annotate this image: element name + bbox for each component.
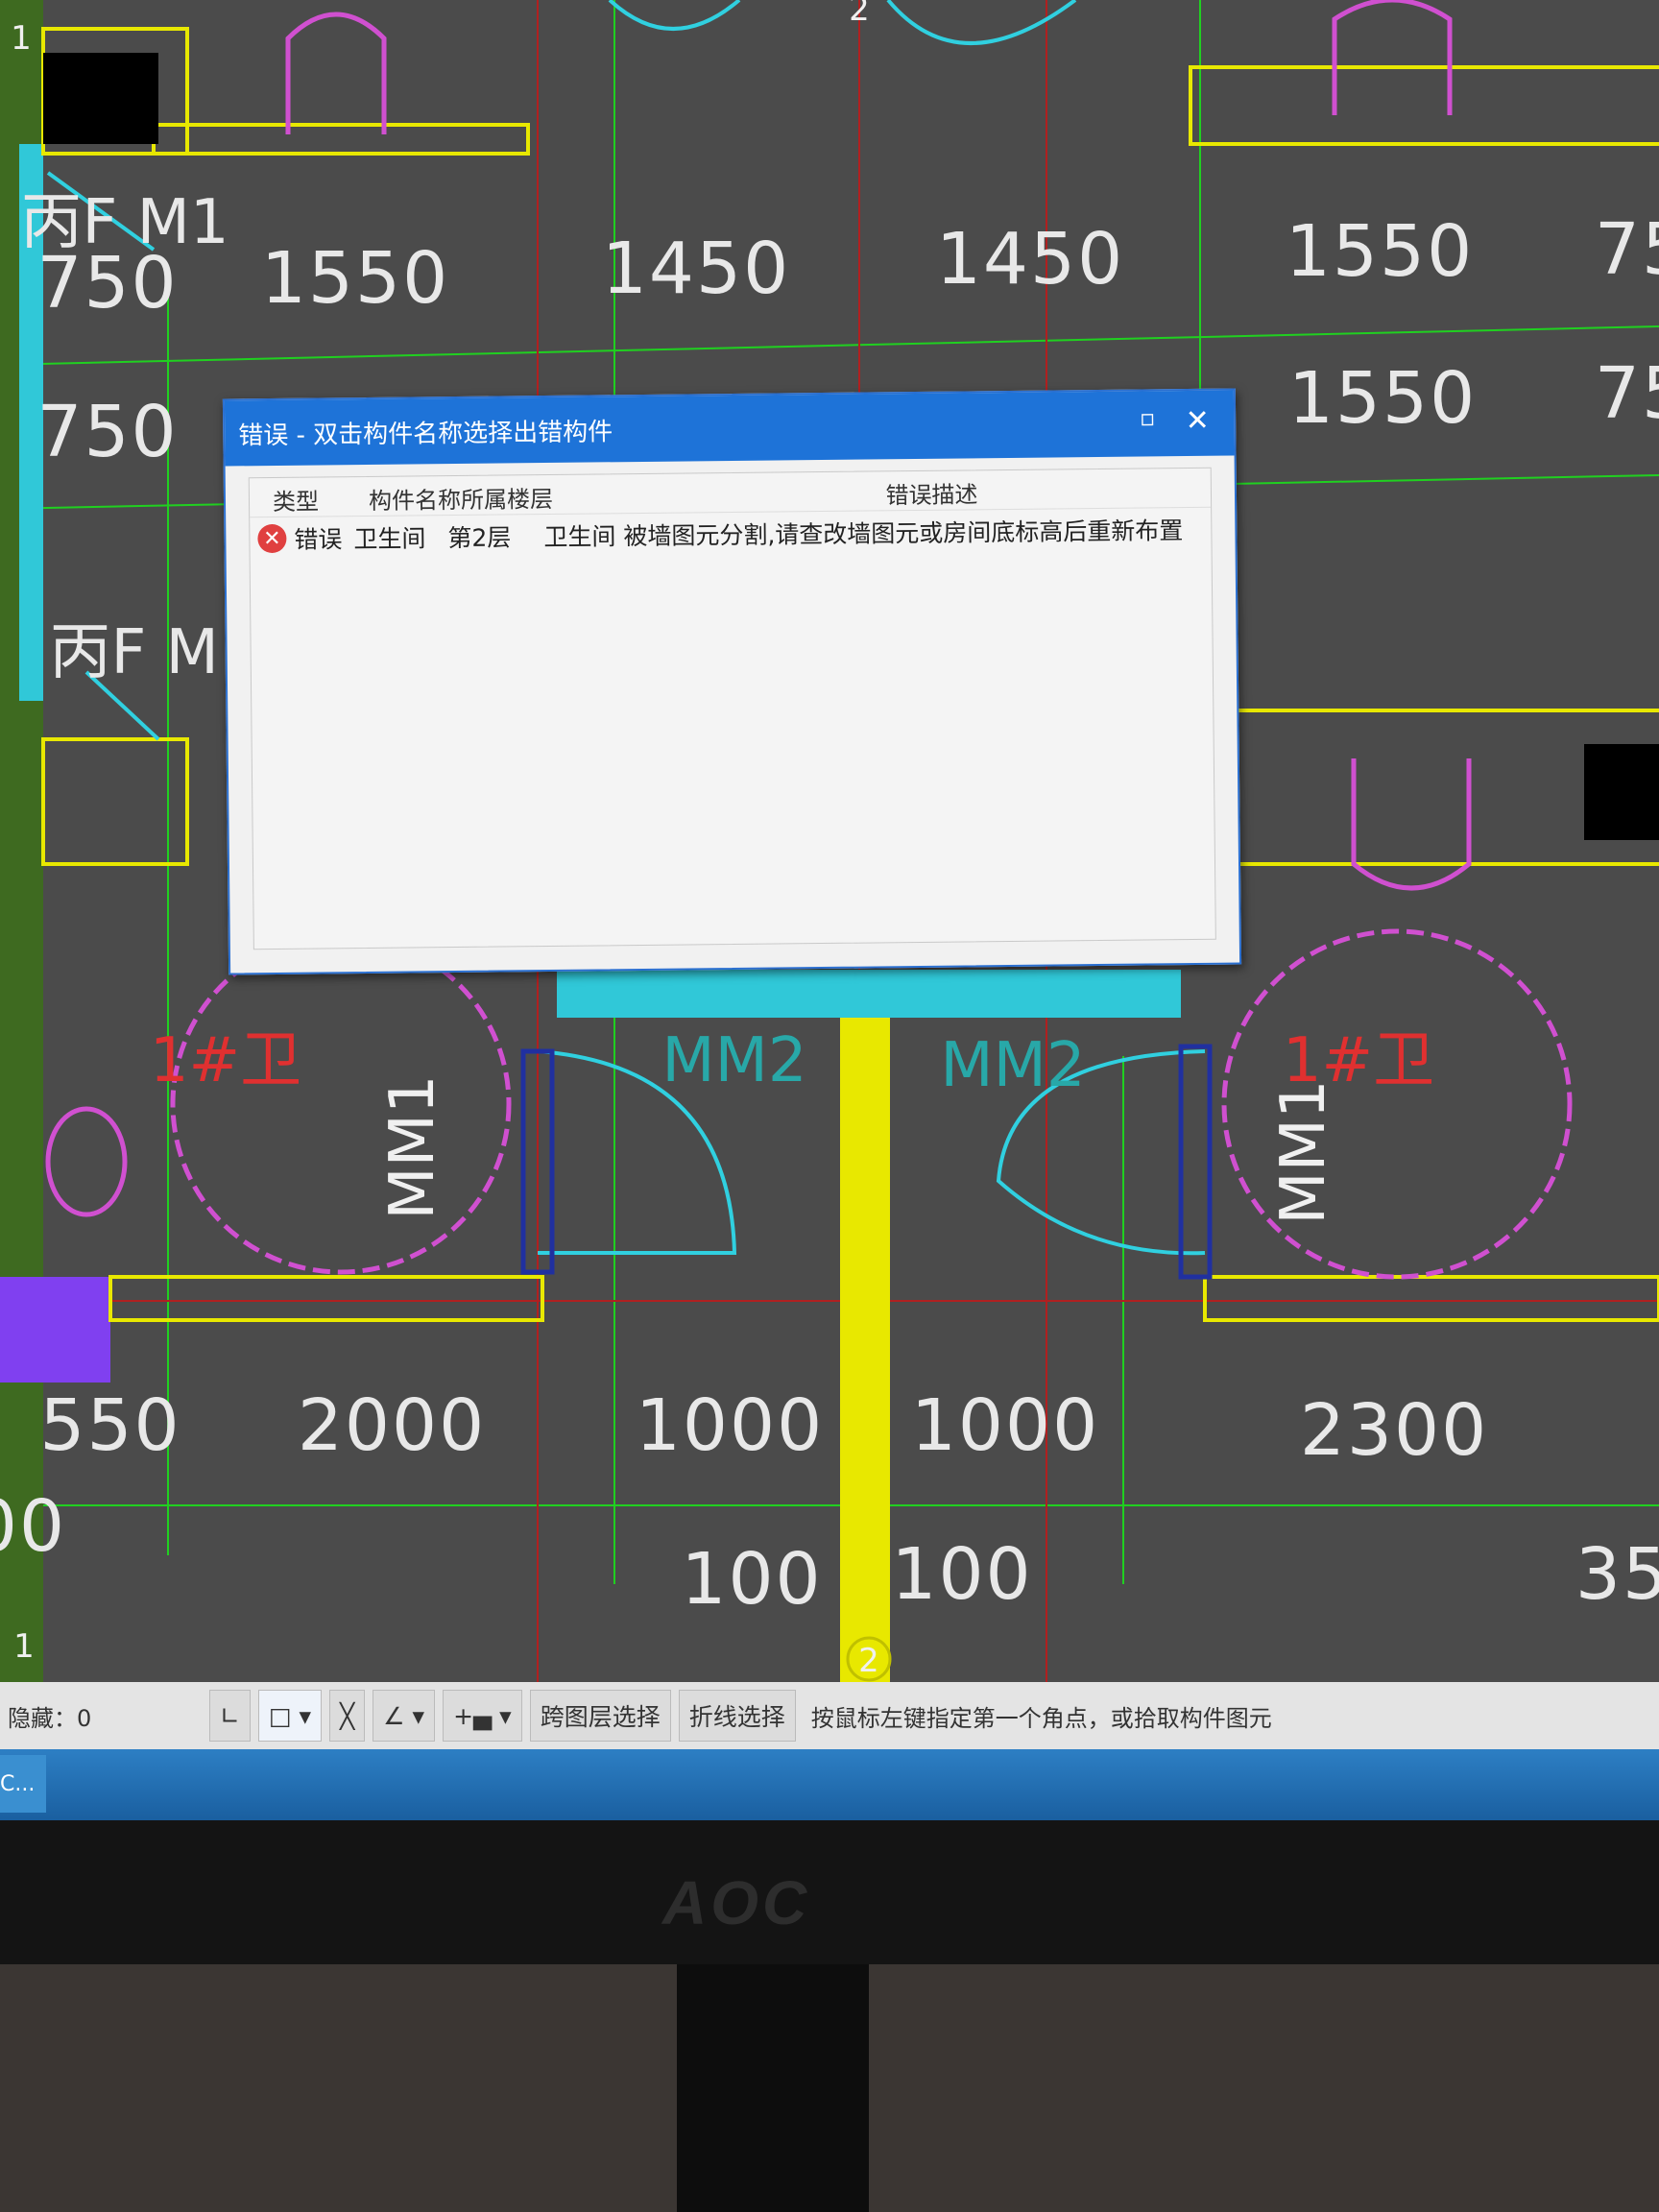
room-tag: 1#卫 xyxy=(149,1025,302,1096)
cell-type: 错误 xyxy=(294,525,343,554)
maximize-icon[interactable]: ▫ xyxy=(1130,404,1165,431)
column-name[interactable]: 构件名称 xyxy=(369,481,461,516)
dimension-label: 1000 xyxy=(910,1384,1100,1467)
dimension-label: 100 xyxy=(891,1533,1033,1616)
dimension-label: 100 xyxy=(681,1538,823,1621)
table-row[interactable]: ✕ 错误 卫生间 第2层 卫生间 被墙图元分割,请查改墙图元或房间底标高后重新布… xyxy=(250,508,1211,560)
monitor-stand xyxy=(677,1964,869,2212)
dimension-label: 75 xyxy=(1594,352,1659,435)
door-tag: MM2 xyxy=(661,1025,807,1096)
cross-button[interactable]: ╳ xyxy=(329,1690,366,1742)
polyline-select-button[interactable]: 折线选择 xyxy=(678,1690,796,1742)
column-type[interactable]: 类型 xyxy=(250,482,369,517)
close-icon[interactable]: ✕ xyxy=(1180,404,1214,438)
ortho-button[interactable]: ∟ xyxy=(209,1690,251,1742)
door-tag: MM1 xyxy=(377,1074,448,1220)
dimension-label: 1550 xyxy=(1285,210,1475,293)
error-icon: ✕ xyxy=(257,523,287,554)
window-tag: 丙F M1 xyxy=(20,187,229,258)
dimension-label: 75 xyxy=(1594,208,1659,291)
cross-layer-select-button[interactable]: 跨图层选择 xyxy=(529,1690,671,1742)
monitor-bezel xyxy=(0,1820,1659,1964)
dimension-label: 1550 xyxy=(260,237,450,320)
dimension-label: 1000 xyxy=(635,1384,825,1467)
axis-label: 1 xyxy=(11,19,32,58)
hidden-count: 隐藏：0 xyxy=(8,1704,92,1732)
error-dialog: 错误 - 双击构件名称选择出错构件 ▫ ✕ 类型 构件名称 所属楼层 错误描述 … xyxy=(222,388,1242,975)
dimension-label: 750 xyxy=(36,242,179,325)
snap-button[interactable]: +▄ ▾ xyxy=(443,1690,522,1742)
dimension-label: 35 xyxy=(1575,1533,1659,1616)
axis-label: 1 xyxy=(13,1627,35,1666)
dimension-label: 550 xyxy=(39,1384,181,1467)
monitor-logo: AOC xyxy=(662,1868,811,1937)
dimension-label: 1550 xyxy=(1287,357,1478,440)
dimension-label: 2300 xyxy=(1299,1389,1489,1472)
status-bar: 隐藏：0 ∟ □ ▾ ╳ ∠ ▾ +▄ ▾ 跨图层选择 折线选择 按鼠标左键指定… xyxy=(0,1682,1659,1749)
room-tag: 1#卫 xyxy=(1282,1025,1435,1096)
dialog-title-bar[interactable]: 错误 - 双击构件名称选择出错构件 ▫ ✕ xyxy=(224,390,1235,467)
dimension-label: 00 xyxy=(0,1485,67,1568)
column-floor[interactable]: 所属楼层 xyxy=(461,479,653,515)
axis-label: 2 xyxy=(849,0,870,29)
error-list[interactable]: 类型 构件名称 所属楼层 错误描述 ✕ 错误 卫生间 第2层 卫生间 被墙图元分… xyxy=(248,467,1216,950)
taskbar-item[interactable]: C... xyxy=(0,1755,46,1813)
command-prompt: 按鼠标左键指定第一个角点，或拾取构件图元 xyxy=(810,1704,1272,1732)
axis-label: 2 xyxy=(858,1642,879,1680)
door-tag: MM1 xyxy=(1268,1079,1339,1225)
select-box-button[interactable]: □ ▾ xyxy=(257,1690,323,1742)
cell-description: 卫生间 被墙图元分割,请查改墙图元或房间底标高后重新布置 xyxy=(543,517,1184,552)
angle-button[interactable]: ∠ ▾ xyxy=(373,1690,436,1742)
dimension-label: 750 xyxy=(36,391,179,473)
column-description[interactable]: 错误描述 xyxy=(653,473,1211,513)
dimension-label: 1450 xyxy=(601,228,791,310)
dimension-label: 2000 xyxy=(297,1384,487,1467)
taskbar: C... xyxy=(0,1749,1659,1820)
cell-floor: 第2层 xyxy=(447,523,512,553)
dialog-title: 错误 - 双击构件名称选择出错构件 xyxy=(238,417,613,450)
door-tag: MM2 xyxy=(940,1030,1086,1101)
dimension-label: 1450 xyxy=(935,218,1125,301)
cell-name[interactable]: 卫生间 xyxy=(353,519,447,555)
